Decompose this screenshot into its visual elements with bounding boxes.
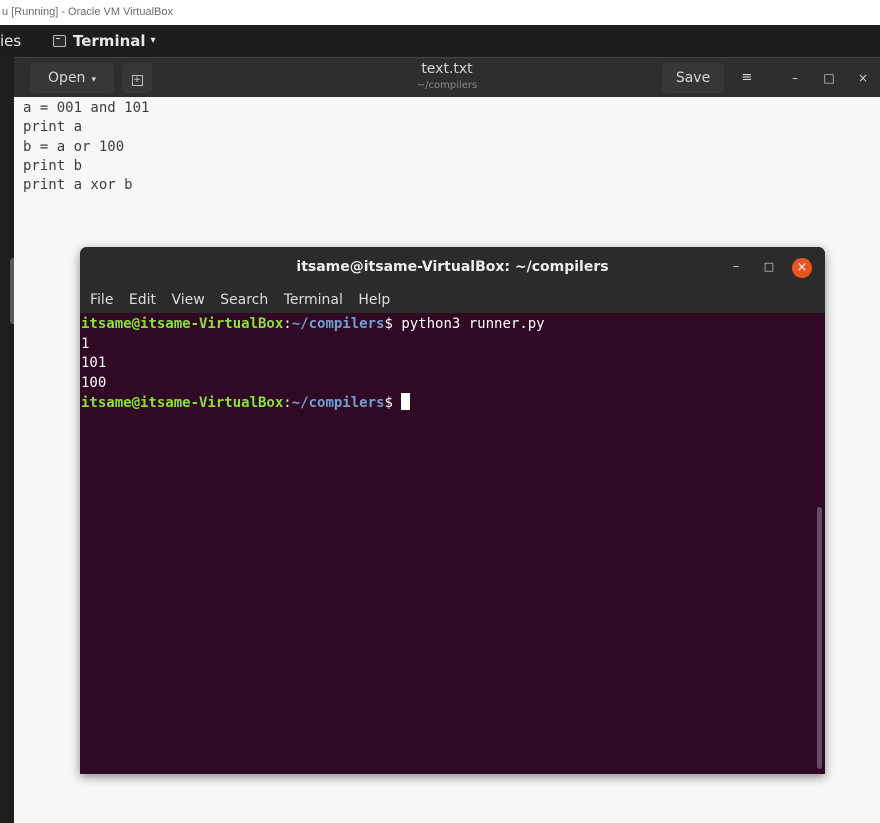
terminal-scrollbar[interactable]: [817, 507, 822, 769]
editor-line: print b: [23, 157, 83, 174]
activities-button[interactable]: ies: [0, 25, 21, 57]
editor-line: b = a or 100: [23, 138, 125, 155]
terminal-command-line: itsame@itsame-VirtualBox:~/compilers$ py…: [81, 315, 825, 335]
menu-item-help[interactable]: Help: [358, 292, 390, 308]
save-button[interactable]: Save: [662, 63, 724, 93]
prompt-user: itsame@itsame-VirtualBox: [81, 316, 284, 332]
menu-item-search[interactable]: Search: [220, 292, 268, 308]
dock-strip: [0, 57, 14, 823]
vbox-window-title: u [Running] - Oracle VM VirtualBox: [0, 0, 880, 25]
minimize-icon[interactable]: –: [785, 68, 805, 88]
chevron-down-icon: ▾: [150, 35, 156, 46]
terminal-output[interactable]: itsame@itsame-VirtualBox:~/compilers$ py…: [80, 313, 825, 774]
terminal-icon: [53, 35, 66, 47]
ubuntu-top-bar: ies Terminal ▾: [0, 25, 880, 57]
app-menu-label: Terminal: [73, 32, 146, 50]
menu-item-file[interactable]: File: [90, 292, 113, 308]
app-menu[interactable]: Terminal ▾: [53, 25, 156, 57]
prompt-separator: :: [283, 395, 292, 411]
command-text: python3 runner.py: [401, 316, 545, 332]
terminal-titlebar[interactable]: itsame@itsame-VirtualBox: ~/compilers – …: [80, 247, 825, 287]
prompt-path: ~/compilers: [291, 395, 385, 411]
terminal-title: itsame@itsame-VirtualBox: ~/compilers: [296, 259, 609, 275]
prompt-symbol: $: [384, 395, 402, 411]
close-icon[interactable]: ×: [853, 68, 873, 88]
close-icon[interactable]: ×: [792, 258, 812, 278]
terminal-menubar: File Edit View Search Terminal Help: [80, 287, 825, 313]
minimize-icon[interactable]: –: [726, 257, 746, 277]
maximize-icon[interactable]: □: [819, 68, 839, 88]
menu-item-edit[interactable]: Edit: [129, 292, 156, 308]
menu-item-view[interactable]: View: [171, 292, 204, 308]
maximize-icon[interactable]: □: [759, 257, 779, 277]
menu-item-terminal[interactable]: Terminal: [284, 292, 343, 308]
terminal-window: itsame@itsame-VirtualBox: ~/compilers – …: [80, 247, 825, 774]
prompt-user: itsame@itsame-VirtualBox: [81, 395, 284, 411]
output-line: 1: [81, 335, 90, 352]
prompt-separator: :: [283, 316, 292, 332]
hamburger-menu-icon[interactable]: ≡: [732, 63, 762, 93]
text-cursor: [401, 393, 411, 410]
output-line: 101: [81, 355, 107, 371]
gedit-headerbar: Open ▾ + text.txt ~/compilers Save ≡ – □ …: [14, 57, 880, 97]
editor-line: a = 001 and 101: [23, 100, 150, 116]
prompt-path: ~/compilers: [291, 316, 385, 332]
output-line: 100: [81, 374, 107, 391]
prompt-symbol: $: [384, 316, 402, 332]
editor-line: print a xor b: [23, 177, 133, 194]
editor-line: print a: [23, 119, 83, 136]
terminal-prompt-line: itsame@itsame-VirtualBox:~/compilers$: [81, 393, 825, 413]
